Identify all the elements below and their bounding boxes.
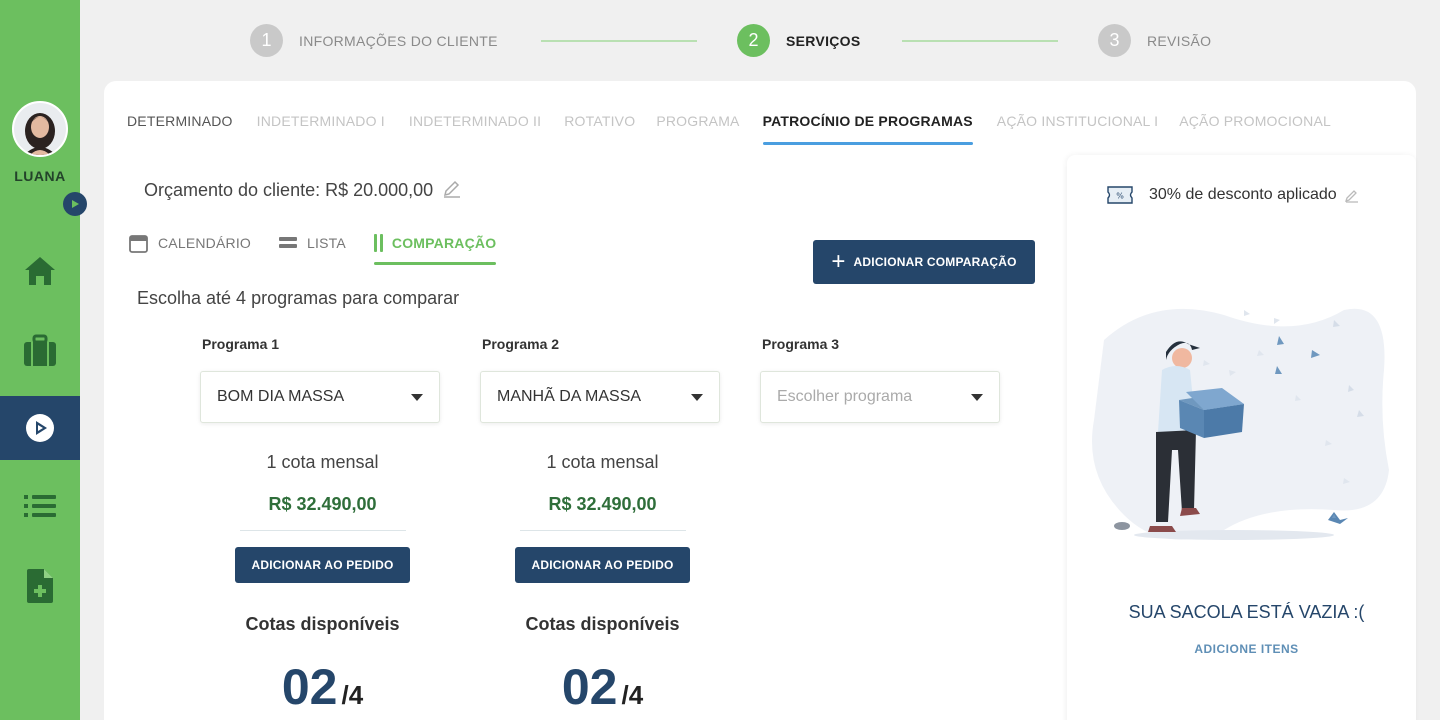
total-count: /4 xyxy=(341,680,364,710)
sidebar: LUANA xyxy=(0,0,87,720)
list-view-icon xyxy=(279,237,298,249)
coupon-icon: % xyxy=(1107,186,1133,204)
avatar-photo xyxy=(14,103,66,155)
empty-cart-illustration xyxy=(1084,300,1394,555)
divider xyxy=(240,530,406,531)
program-title: Programa 3 xyxy=(762,336,840,352)
empty-cart-title: SUA SACOLA ESTÁ VAZIA :( xyxy=(1128,602,1365,622)
svg-text:%: % xyxy=(1116,192,1124,201)
calendar-icon xyxy=(129,234,148,253)
available-quotas-label: Cotas disponíveis xyxy=(525,614,680,634)
caret-down-icon xyxy=(691,393,703,401)
avatar[interactable] xyxy=(12,101,68,157)
add-to-order-button[interactable]: ADICIONAR AO PEDIDO xyxy=(235,547,410,583)
step-label: SERVIÇOS xyxy=(786,32,861,49)
available-count: 02 xyxy=(561,659,618,715)
select-placeholder: Escolher programa xyxy=(777,388,913,405)
budget-label: Orçamento do cliente: R$ 20.000,00 xyxy=(144,180,434,200)
program-title: Programa 1 xyxy=(202,336,280,352)
nav-play[interactable] xyxy=(0,396,80,460)
step-label: INFORMAÇÕES DO CLIENTE xyxy=(299,32,498,49)
nav-add-file[interactable] xyxy=(0,554,80,618)
client-budget: Orçamento do cliente: R$ 20.000,00 xyxy=(144,178,461,203)
step-number: 1 xyxy=(250,24,283,57)
step-number: 3 xyxy=(1098,24,1131,57)
available-quotas-label: Cotas disponíveis xyxy=(245,614,400,634)
step-client-info[interactable]: 1 INFORMAÇÕES DO CLIENTE xyxy=(250,24,498,57)
comparison-instruction: Escolha até 4 programas para comparar xyxy=(137,288,460,308)
total-count: /4 xyxy=(621,680,644,710)
pencil-icon xyxy=(444,180,461,198)
edit-budget-button[interactable] xyxy=(443,178,461,203)
program-select[interactable]: BOM DIA MASSA xyxy=(200,371,440,423)
select-value: MANHÃ DA MASSA xyxy=(497,388,642,405)
divider xyxy=(520,530,686,531)
add-to-order-button[interactable]: ADICIONAR AO PEDIDO xyxy=(515,547,690,583)
list-icon xyxy=(24,495,56,517)
edit-discount-button[interactable] xyxy=(1344,187,1359,203)
program-select[interactable]: Escolher programa xyxy=(760,371,1000,423)
tab-indeterminado-2[interactable]: INDETERMINADO II xyxy=(409,113,541,145)
view-tabs: CALENDÁRIO LISTA COMPARAÇÃO xyxy=(129,232,497,265)
step-review[interactable]: 3 REVISÃO xyxy=(1098,24,1211,57)
tab-label: CALENDÁRIO xyxy=(158,235,252,251)
select-value: BOM DIA MASSA xyxy=(217,388,345,405)
tab-comparacao[interactable]: COMPARAÇÃO xyxy=(373,232,497,265)
briefcase-icon xyxy=(24,334,56,366)
available-quotas-count: 02 /4 xyxy=(200,658,445,716)
button-label: ADICIONAR COMPARAÇÃO xyxy=(853,255,1017,269)
expand-sidebar-button[interactable] xyxy=(63,192,87,216)
caret-down-icon xyxy=(971,393,983,401)
quota-price: R$ 32.490,00 xyxy=(268,494,377,514)
tab-calendario[interactable]: CALENDÁRIO xyxy=(129,232,251,254)
available-count: 02 xyxy=(281,659,338,715)
quota-price: R$ 32.490,00 xyxy=(548,494,657,514)
step-connector xyxy=(541,40,697,42)
step-connector xyxy=(902,40,1058,42)
service-tabs: DETERMINADO INDETERMINADO I INDETERMINAD… xyxy=(127,113,1331,145)
tab-label: LISTA xyxy=(307,235,346,251)
discount-info: % 30% de desconto aplicado xyxy=(1107,186,1359,204)
program-select[interactable]: MANHÃ DA MASSA xyxy=(480,371,720,423)
tab-acao-institucional-1[interactable]: AÇÃO INSTITUCIONAL I xyxy=(997,113,1158,145)
discount-label: 30% de desconto aplicado xyxy=(1149,186,1337,203)
tab-lista[interactable]: LISTA xyxy=(279,232,346,254)
play-icon xyxy=(72,200,79,208)
add-file-icon xyxy=(27,569,53,603)
play-circle-icon xyxy=(26,414,54,442)
caret-down-icon xyxy=(411,393,423,401)
add-comparison-button[interactable]: + ADICIONAR COMPARAÇÃO xyxy=(813,240,1035,284)
nav-services[interactable] xyxy=(0,319,80,383)
tab-indeterminado-1[interactable]: INDETERMINADO I xyxy=(257,113,385,145)
tab-label: COMPARAÇÃO xyxy=(391,235,497,251)
quota-label: 1 cota mensal xyxy=(266,452,379,472)
plus-icon: + xyxy=(831,248,846,275)
nav-home[interactable] xyxy=(0,239,80,303)
home-icon xyxy=(25,257,55,285)
step-services[interactable]: 2 SERVIÇOS xyxy=(737,24,861,57)
tab-acao-promocional[interactable]: AÇÃO PROMOCIONAL xyxy=(1179,113,1331,145)
user-name: LUANA xyxy=(14,168,66,184)
program-title: Programa 2 xyxy=(482,336,560,352)
add-items-link[interactable]: ADICIONE ITENS xyxy=(1067,642,1426,656)
nav-list[interactable] xyxy=(0,474,80,538)
tab-determinado[interactable]: DETERMINADO xyxy=(127,113,233,145)
tab-programa[interactable]: PROGRAMA xyxy=(656,113,739,145)
step-label: REVISÃO xyxy=(1147,32,1212,49)
available-quotas-count: 02 /4 xyxy=(480,658,725,716)
step-number: 2 xyxy=(737,24,770,57)
compare-icon xyxy=(373,233,384,253)
quota-label: 1 cota mensal xyxy=(546,452,659,472)
tab-rotativo[interactable]: ROTATIVO xyxy=(564,113,635,145)
pencil-icon xyxy=(1344,190,1358,203)
tab-patrocinio-de-programas[interactable]: PATROCÍNIO DE PROGRAMAS xyxy=(762,113,974,145)
